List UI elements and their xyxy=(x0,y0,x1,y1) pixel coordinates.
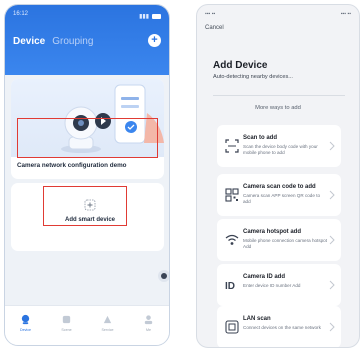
option-description: Mobile phone connection camera hotspot A… xyxy=(243,238,328,249)
battery-icon xyxy=(152,13,161,19)
status-bar: 16:12 ▮▮▮ xyxy=(13,11,161,21)
option-lan-scan[interactable]: LAN scan Connect devices on the same net… xyxy=(217,306,341,347)
chevron-right-icon xyxy=(329,322,335,332)
right-phone-screen: ▪▪▪ ▪▪ ▪▪▪ ▪▪ Cancel Add Device Auto-det… xyxy=(196,4,360,348)
option-title: Camera hotspot add xyxy=(243,229,302,235)
service-tab-icon xyxy=(103,315,112,324)
demo-card-label: Camera network configuration demo xyxy=(17,162,127,169)
top-tabs: Device Grouping + xyxy=(13,33,161,49)
device-tab-icon xyxy=(21,314,30,325)
chevron-right-icon xyxy=(329,280,335,290)
add-device-highlight-box xyxy=(43,186,127,226)
option-camera-hotspot[interactable]: Camera hotspot add Mobile phone connecti… xyxy=(217,219,341,261)
option-scan-to-add[interactable]: Scan to add Scan the device body code wi… xyxy=(217,125,341,167)
chevron-right-icon xyxy=(329,235,335,245)
option-camera-scan-code[interactable]: Camera scan code to add Camera scan APP … xyxy=(217,174,341,216)
svg-text:ID: ID xyxy=(225,281,235,292)
more-ways-label: More ways to add xyxy=(255,105,301,111)
option-title: Camera scan code to add xyxy=(243,184,316,190)
divider xyxy=(213,95,345,96)
option-description: Enter device ID number Add xyxy=(243,283,301,288)
me-tab-icon xyxy=(144,315,153,325)
bottom-tab-scene[interactable]: Scene xyxy=(50,314,84,332)
scan-icon xyxy=(225,139,239,153)
tab-device[interactable]: Device xyxy=(13,36,45,47)
header-bar: 16:12 ▮▮▮ Device Grouping + xyxy=(5,5,169,75)
cancel-button[interactable]: Cancel xyxy=(205,25,224,31)
page-subtitle: Auto-detecting nearby devices... xyxy=(213,74,293,80)
chevron-right-icon xyxy=(329,141,335,151)
bottom-tab-me[interactable]: Me xyxy=(132,314,166,332)
id-icon: ID xyxy=(225,281,235,292)
add-plus-button[interactable]: + xyxy=(148,34,161,47)
screenshot-stage: 16:12 ▮▮▮ Device Grouping + Camera netwo… xyxy=(0,0,363,352)
tab-grouping[interactable]: Grouping xyxy=(52,36,93,47)
scan-to-add-highlight-box xyxy=(17,118,158,158)
bottom-tab-device[interactable]: Device xyxy=(9,314,43,332)
bottom-tab-label: Device xyxy=(20,328,31,332)
wifi-icon xyxy=(225,234,239,245)
status-icons: ▮▮▮ xyxy=(139,11,161,21)
status-right-icons: ▪▪▪ ▪▪ xyxy=(340,11,351,17)
option-camera-id[interactable]: ID Camera ID add Enter device ID number … xyxy=(217,264,341,306)
option-title: Camera ID add xyxy=(243,274,286,280)
bottom-tab-bar: Device Scene Service Me xyxy=(5,305,169,345)
status-left-icons: ▪▪▪ ▪▪ xyxy=(205,11,216,17)
option-description: Connect devices on the same network xyxy=(243,325,321,330)
option-title: LAN scan xyxy=(243,316,271,322)
bottom-tab-label: Me xyxy=(146,328,151,332)
status-time: 16:12 xyxy=(13,11,29,17)
bottom-tab-service[interactable]: Service xyxy=(91,314,125,332)
qr-code-icon xyxy=(225,188,239,202)
scene-tab-icon xyxy=(62,315,71,324)
bottom-tab-label: Service xyxy=(101,328,114,332)
bottom-tab-label: Scene xyxy=(61,328,72,332)
option-title: Scan to add xyxy=(243,135,278,141)
status-bar: ▪▪▪ ▪▪ ▪▪▪ ▪▪ xyxy=(205,11,351,20)
lan-icon xyxy=(225,320,239,334)
option-description: Camera scan APP screen QR code to add xyxy=(243,193,321,204)
signal-icon: ▮▮▮ xyxy=(139,13,149,20)
option-description: Scan the device body code with your mobi… xyxy=(243,144,318,155)
left-phone-screen: 16:12 ▮▮▮ Device Grouping + Camera netwo… xyxy=(4,4,170,346)
floating-camera-icon[interactable] xyxy=(155,267,169,285)
chevron-right-icon xyxy=(329,190,335,200)
page-title: Add Device xyxy=(213,60,268,71)
